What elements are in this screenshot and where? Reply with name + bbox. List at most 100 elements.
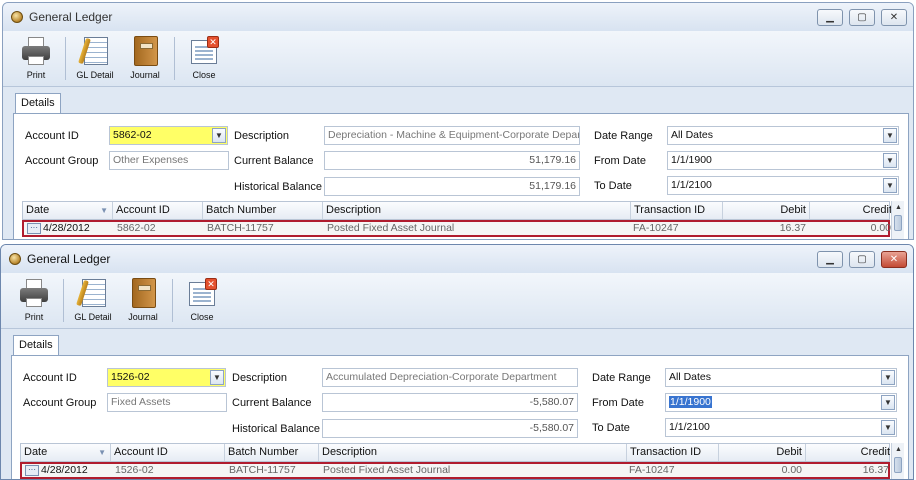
journal-icon bbox=[128, 277, 158, 309]
selected-text: 1/1/1900 bbox=[669, 396, 712, 408]
title-bar[interactable]: General Ledger ▁ ▢ ✕ bbox=[3, 3, 913, 31]
to-date-field[interactable]: 1/1/2100 ▼ bbox=[665, 418, 897, 437]
title-bar[interactable]: General Ledger ▁ ▢ ✕ bbox=[1, 245, 913, 273]
account-id-label: Account ID bbox=[25, 130, 79, 142]
scroll-up-icon[interactable]: ▲ bbox=[892, 201, 905, 214]
ellipsis-icon[interactable]: ··· bbox=[27, 222, 41, 234]
chevron-down-icon[interactable]: ▼ bbox=[883, 153, 897, 168]
column-account-id[interactable]: Account ID bbox=[111, 444, 225, 461]
column-transaction-id[interactable]: Transaction ID bbox=[631, 202, 723, 219]
app-icon bbox=[9, 253, 21, 265]
general-ledger-window-front: General Ledger ▁ ▢ ✕ Print GL Detail Jou… bbox=[0, 244, 914, 480]
column-date[interactable]: Date ▼ bbox=[23, 202, 113, 219]
journal-button[interactable]: Journal bbox=[118, 273, 168, 328]
account-id-field[interactable]: 5862-02 ▼ bbox=[109, 126, 228, 145]
gl-detail-button[interactable]: GL Detail bbox=[70, 31, 120, 86]
date-range-select[interactable]: All Dates ▼ bbox=[667, 126, 899, 145]
grid-scrollbar[interactable]: ▲ bbox=[891, 201, 905, 239]
description-field[interactable]: Accumulated Depreciation-Corporate Depar… bbox=[322, 368, 578, 387]
from-date-label: From Date bbox=[592, 397, 644, 409]
cell-credit: 0.00 bbox=[870, 222, 891, 234]
cell-description: Posted Fixed Asset Journal bbox=[327, 222, 455, 234]
column-description[interactable]: Description bbox=[323, 202, 631, 219]
cell-batch-number: BATCH-11757 bbox=[207, 222, 274, 234]
column-debit[interactable]: Debit bbox=[723, 202, 810, 219]
chevron-down-icon[interactable]: ▼ bbox=[883, 178, 897, 193]
description-label: Description bbox=[234, 130, 290, 142]
gl-detail-icon bbox=[76, 277, 108, 309]
window-title: General Ledger bbox=[29, 10, 113, 24]
column-date[interactable]: Date ▼ bbox=[21, 444, 111, 461]
column-batch-number[interactable]: Batch Number bbox=[203, 202, 323, 219]
from-date-label: From Date bbox=[594, 155, 646, 167]
print-button[interactable]: Print bbox=[11, 31, 61, 86]
account-group-field[interactable]: Other Expenses bbox=[109, 151, 229, 170]
scroll-thumb[interactable] bbox=[894, 215, 902, 231]
historical-balance-label: Historical Balance bbox=[234, 181, 323, 193]
column-batch-number[interactable]: Batch Number bbox=[225, 444, 319, 461]
print-button[interactable]: Print bbox=[9, 273, 59, 328]
historical-balance-field[interactable]: 51,179.16 bbox=[324, 177, 580, 196]
cell-description: Posted Fixed Asset Journal bbox=[323, 464, 451, 476]
chevron-down-icon[interactable]: ▼ bbox=[210, 370, 224, 385]
tab-details[interactable]: Details bbox=[13, 335, 59, 355]
transactions-grid: Date ▼ Account ID Batch Number Descriptio… bbox=[22, 201, 905, 239]
window-close-button[interactable]: ✕ bbox=[881, 251, 907, 268]
current-balance-label: Current Balance bbox=[234, 155, 314, 167]
cell-transaction-id: FA-10247 bbox=[633, 222, 679, 234]
chevron-down-icon[interactable]: ▼ bbox=[881, 370, 895, 385]
close-document-icon: ✕ bbox=[187, 277, 217, 309]
historical-balance-field[interactable]: -5,580.07 bbox=[322, 419, 578, 438]
date-range-label: Date Range bbox=[592, 372, 651, 384]
cell-credit: 16.37 bbox=[862, 464, 889, 476]
journal-button[interactable]: Journal bbox=[120, 31, 170, 86]
column-credit[interactable]: Credit bbox=[810, 202, 895, 219]
chevron-down-icon[interactable]: ▼ bbox=[883, 128, 897, 143]
account-group-field[interactable]: Fixed Assets bbox=[107, 393, 227, 412]
to-date-field[interactable]: 1/1/2100 ▼ bbox=[667, 176, 899, 195]
description-field[interactable]: Depreciation - Machine & Equipment-Corpo… bbox=[324, 126, 580, 145]
maximize-button[interactable]: ▢ bbox=[849, 251, 875, 268]
scroll-up-icon[interactable]: ▲ bbox=[892, 443, 905, 456]
maximize-button[interactable]: ▢ bbox=[849, 9, 875, 26]
chevron-down-icon[interactable]: ▼ bbox=[212, 128, 226, 143]
minimize-button[interactable]: ▁ bbox=[817, 9, 843, 26]
grid-scrollbar[interactable]: ▲ bbox=[891, 443, 905, 479]
date-range-select[interactable]: All Dates ▼ bbox=[665, 368, 897, 387]
current-balance-field[interactable]: -5,580.07 bbox=[322, 393, 578, 412]
chevron-down-icon[interactable]: ▼ bbox=[881, 395, 895, 410]
printer-icon bbox=[19, 277, 49, 309]
column-debit[interactable]: Debit bbox=[719, 444, 806, 461]
column-account-id[interactable]: Account ID bbox=[113, 202, 203, 219]
window-title: General Ledger bbox=[27, 252, 111, 266]
account-group-label: Account Group bbox=[25, 155, 99, 167]
scroll-thumb[interactable] bbox=[894, 457, 902, 473]
description-label: Description bbox=[232, 372, 288, 384]
toolbar: Print GL Detail Journal ✕ Close bbox=[1, 273, 913, 329]
transactions-grid: Date ▼ Account ID Batch Number Descriptio… bbox=[20, 443, 905, 479]
column-transaction-id[interactable]: Transaction ID bbox=[627, 444, 719, 461]
date-range-label: Date Range bbox=[594, 130, 653, 142]
tab-details[interactable]: Details bbox=[15, 93, 61, 113]
close-button[interactable]: ✕ Close bbox=[177, 273, 227, 328]
column-description[interactable]: Description bbox=[319, 444, 627, 461]
ellipsis-icon[interactable]: ··· bbox=[25, 464, 39, 476]
account-id-field[interactable]: 1526-02 ▼ bbox=[107, 368, 226, 387]
grid-header: Date ▼ Account ID Batch Number Descriptio… bbox=[20, 443, 890, 462]
chevron-down-icon[interactable]: ▼ bbox=[881, 420, 895, 435]
table-row[interactable]: ··· 4/28/2012 1526-02 BATCH-11757 Posted … bbox=[20, 462, 890, 479]
close-document-icon: ✕ bbox=[189, 35, 219, 67]
column-credit[interactable]: Credit bbox=[806, 444, 893, 461]
window-close-button[interactable]: ✕ bbox=[881, 9, 907, 26]
close-button[interactable]: ✕ Close bbox=[179, 31, 229, 86]
current-balance-field[interactable]: 51,179.16 bbox=[324, 151, 580, 170]
cell-debit: 16.37 bbox=[779, 222, 806, 234]
from-date-field[interactable]: 1/1/1900 ▼ bbox=[665, 393, 897, 412]
gl-detail-button[interactable]: GL Detail bbox=[68, 273, 118, 328]
table-row[interactable]: ··· 4/28/2012 5862-02 BATCH-11757 Posted … bbox=[22, 220, 891, 237]
minimize-button[interactable]: ▁ bbox=[817, 251, 843, 268]
to-date-label: To Date bbox=[594, 180, 632, 192]
cell-account-id: 1526-02 bbox=[115, 464, 154, 476]
from-date-field[interactable]: 1/1/1900 ▼ bbox=[667, 151, 899, 170]
account-group-label: Account Group bbox=[23, 397, 97, 409]
